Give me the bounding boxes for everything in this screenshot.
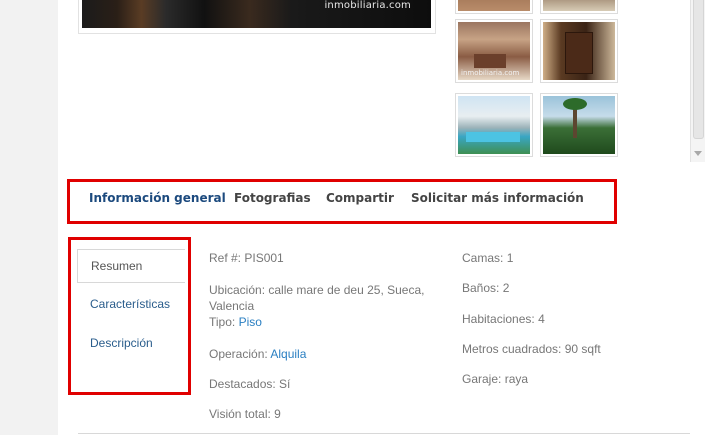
thumbnail-2[interactable] <box>540 0 618 14</box>
detail-location: Ubicación: calle mare de deu 25, Sueca, … <box>209 283 425 329</box>
side-nav-label: Características <box>90 297 171 311</box>
info-tabs: Información general Fotografias Comparti… <box>67 179 617 224</box>
thumbnail-watermark: inmobiliaria.com <box>461 69 520 77</box>
thumbnail-1[interactable] <box>455 0 533 14</box>
side-nav-caracteristicas[interactable]: Características <box>77 288 179 320</box>
thumbnail-4[interactable] <box>540 19 618 83</box>
tab-fotografias[interactable]: Fotografias <box>234 191 311 205</box>
main-photo-frame[interactable]: inmobiliaria.com <box>78 0 436 34</box>
main-photo[interactable]: inmobiliaria.com <box>82 0 431 28</box>
scrollbar-thumb[interactable] <box>693 0 704 139</box>
main-photo-watermark: inmobiliaria.com <box>324 0 411 11</box>
tab-solicitar-informacion[interactable]: Solicitar más información <box>411 191 584 205</box>
detail-views: Visión total: 9 <box>209 407 281 421</box>
side-nav-descripcion[interactable]: Descripción <box>77 327 179 359</box>
detail-side-nav: Resumen Características Descripción <box>68 237 191 395</box>
side-nav-label: Resumen <box>91 259 143 273</box>
tab-informacion-general[interactable]: Información general <box>89 191 226 205</box>
detail-ref: Ref #: PIS001 <box>209 251 284 265</box>
thumbnail-3[interactable]: inmobiliaria.com <box>455 19 533 83</box>
detail-beds: Camas: 1 <box>462 251 514 265</box>
detail-featured: Destacados: Sí <box>209 377 291 391</box>
detail-rooms: Habitaciones: 4 <box>462 312 545 326</box>
detail-baths: Baños: 2 <box>462 281 510 295</box>
type-link[interactable]: Piso <box>239 315 262 329</box>
tab-compartir[interactable]: Compartir <box>326 191 394 205</box>
side-nav-label: Descripción <box>90 336 153 350</box>
detail-area: Metros cuadrados: 90 sqft <box>462 342 601 356</box>
side-nav-resumen[interactable]: Resumen <box>77 249 185 283</box>
thumbnail-scrollbar[interactable] <box>690 0 705 162</box>
detail-operation: Operación: Alquila <box>209 347 307 361</box>
thumbnail-5[interactable] <box>455 93 533 157</box>
operation-link[interactable]: Alquila <box>270 347 306 361</box>
detail-garage: Garaje: raya <box>462 372 529 386</box>
thumbnail-6[interactable] <box>540 93 618 157</box>
scroll-down-arrow-icon[interactable] <box>694 151 702 156</box>
section-divider <box>78 433 690 434</box>
